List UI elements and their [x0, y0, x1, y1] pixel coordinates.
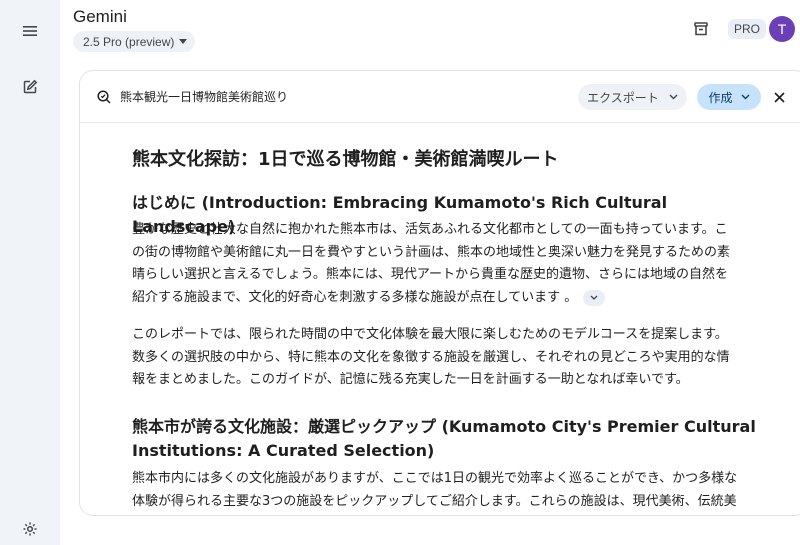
create-button[interactable]: 作成: [697, 84, 761, 110]
model-selector[interactable]: 2.5 Pro (preview): [73, 31, 196, 52]
paragraph-line: 豊かな歴史と壮大な自然に抱かれた熊本市は、活気あふれる文化都市としての一面も持っ…: [132, 222, 728, 237]
caret-down-icon: [179, 39, 188, 44]
expand-sources-button[interactable]: [583, 289, 606, 306]
new-chat-icon[interactable]: [18, 75, 42, 99]
paragraph-line: 体験が得られる主要な3つの施設をピックアップしてご紹介します。これらの施設は、現…: [132, 493, 737, 509]
left-rail: [0, 0, 60, 545]
export-button[interactable]: エクスポート: [578, 84, 687, 110]
paragraph-line: 熊本市内には多くの文化施設がありますが、ここでは1日の観光で効率よく巡ることがで…: [132, 471, 738, 486]
close-icon[interactable]: [768, 86, 790, 108]
document-header: 熊本観光一日博物館美術館巡り エクスポート 作成: [80, 71, 800, 123]
main-area: Gemini 2.5 Pro (preview) PRO T 熊本観光一日博物館…: [60, 0, 800, 545]
paragraph-line: 報をまとめました。このガイドが、記憶に残る充実した一日を計画する一助となれば幸い…: [132, 372, 689, 388]
pro-badge: PRO: [728, 19, 767, 39]
app-title: Gemini: [73, 7, 127, 26]
section-heading-line: 熊本市が誇る文化施設：厳選ピックアップ (Kumamoto City's Pre…: [132, 417, 756, 436]
deep-research-icon: [96, 89, 112, 105]
paragraph-line: の街の博物館や美術館に丸一日を費やすという計画は、熊本の地域性と奥深い魅力を発見…: [132, 244, 731, 260]
document-title: 熊本文化探訪：1日で巡る博物館・美術館満喫ルート: [132, 149, 559, 170]
section-heading: 熊本市が誇る文化施設：厳選ピックアップ (Kumamoto City's Pre…: [132, 415, 756, 463]
chevron-down-icon: [669, 94, 678, 100]
paragraph-line: このレポートでは、限られた時間の中で文化体験を最大限に楽しむためのモデルコースを…: [132, 327, 728, 342]
section-heading-line: Institutions: A Curated Selection): [132, 441, 435, 460]
chevron-down-icon: [741, 94, 749, 100]
chevron-down-icon: [590, 295, 598, 301]
export-button-label: エクスポート: [587, 90, 659, 105]
model-selector-label: 2.5 Pro (preview): [83, 34, 175, 49]
paragraph-line: 晴らしい選択と言えるでしょう。熊本には、現代アートから貴重な歴史的遺物、さらには…: [132, 267, 729, 283]
paragraph: 豊かな歴史と壮大な自然に抱かれた熊本市は、活気あふれる文化都市としての一面も持っ…: [132, 219, 738, 310]
paragraph-line-text: 紹介する施設まで、文化的好奇心を刺激する多様な施設が点在しています 。: [132, 290, 578, 306]
archive-icon[interactable]: [689, 17, 713, 41]
avatar[interactable]: T: [769, 16, 795, 42]
paragraph-line: 数多くの選択肢の中から、特に熊本の文化を象徴する施設を厳選し、それぞれの見どころ…: [132, 349, 730, 365]
paragraph: 熊本市内には多くの文化施設がありますが、ここでは1日の観光で効率よく巡ることがで…: [132, 468, 738, 513]
menu-icon[interactable]: [18, 19, 42, 43]
paragraph-line-last: 紹介する施設まで、文化的好奇心を刺激する多様な施設が点在しています 。: [132, 287, 738, 310]
settings-gear-icon[interactable]: [18, 517, 42, 541]
document-panel: 熊本観光一日博物館美術館巡り エクスポート 作成 熊本文化探訪：1日で巡る博物館…: [79, 70, 800, 516]
document-name: 熊本観光一日博物館美術館巡り: [120, 90, 289, 104]
paragraph: このレポートでは、限られた時間の中で文化体験を最大限に楽しむためのモデルコースを…: [132, 324, 738, 392]
create-button-label: 作成: [708, 90, 733, 105]
